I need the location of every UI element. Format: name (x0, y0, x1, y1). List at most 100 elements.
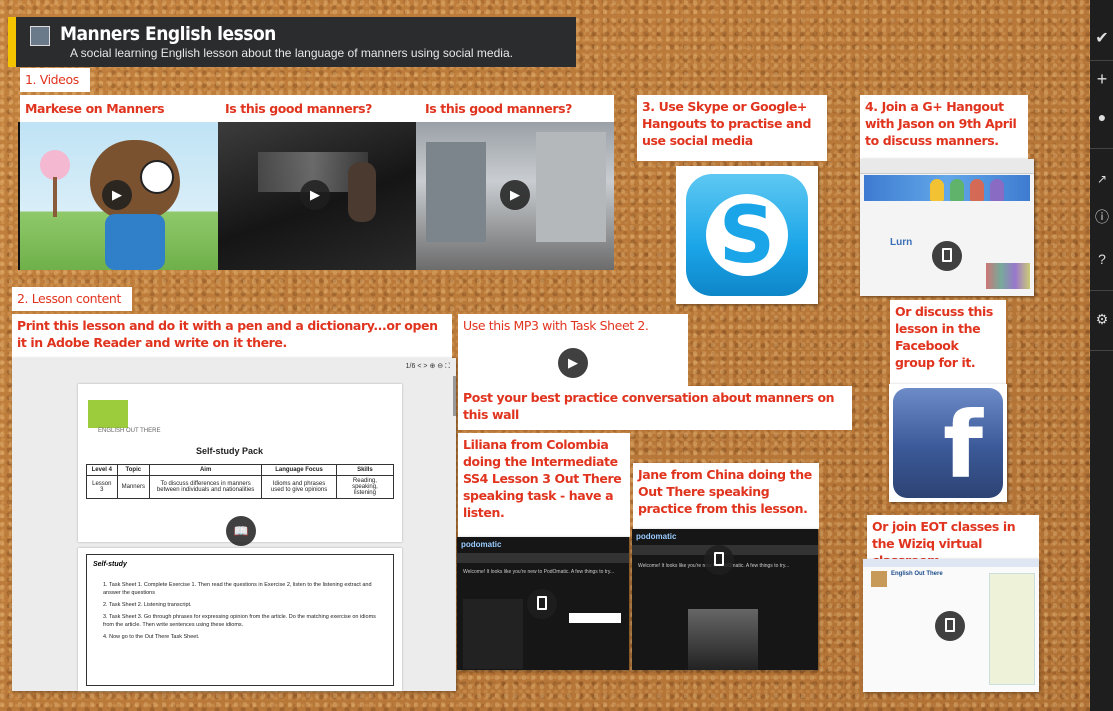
pdf-viewer[interactable]: 1/6 < > ⊕ ⊖ ⛶ ENGLISH OUT THERE Self-stu… (12, 358, 456, 691)
cartoon-figure (990, 179, 1004, 201)
gear-icon[interactable]: ⚙ (1093, 310, 1111, 328)
podomatic-screenshot-liliana[interactable]: podomatic Welcome! It looks like you're … (457, 537, 629, 670)
table-cell: To discuss differences in manners betwee… (148, 475, 263, 499)
share-icon[interactable]: ↗ (1093, 170, 1111, 188)
podomatic-welcome: Welcome! It looks like you're new to Pod… (463, 569, 615, 575)
pdf-next-icon[interactable]: > (423, 363, 427, 370)
skype-label: 3. Use Skype or Google+ Hangouts to prac… (637, 95, 827, 161)
passenger (348, 162, 376, 222)
post-note: Post your best practice conversation abo… (458, 386, 852, 430)
wall-title: Manners English lesson (60, 23, 276, 45)
pdf-prev-icon[interactable]: < (417, 363, 421, 370)
table-header: Language Focus (261, 464, 337, 476)
table-header: Topic (116, 464, 150, 476)
bird-logo-icon[interactable]: ✔ (1093, 30, 1111, 48)
wall-icon (30, 26, 50, 46)
print-note: Print this lesson and do it with a pen a… (12, 314, 452, 358)
document-icon[interactable] (932, 241, 962, 271)
section-lesson-label: 2. Lesson content (12, 287, 132, 311)
tree-blossom (40, 150, 70, 180)
podomatic-logo: podomatic (636, 532, 677, 541)
task-item: 1. Task Sheet 1. Complete Exercise 1. Th… (103, 582, 372, 596)
bear-body (105, 214, 165, 270)
video-thumb-manners-1[interactable]: ▶ (218, 122, 416, 270)
document-icon[interactable] (935, 611, 965, 641)
wiziq-topbar (863, 559, 1039, 567)
skype-card[interactable]: S (676, 166, 818, 304)
building (536, 132, 606, 242)
zoom-out-icon[interactable]: ⊖ (437, 363, 443, 370)
fullscreen-icon[interactable]: ⛶ (445, 363, 450, 370)
task-item: 2. Task Sheet 2. Listening transcript. (103, 602, 192, 608)
wall-header: Manners English lesson A social learning… (8, 17, 576, 67)
lesson-table: Level 4 Topic Aim Language Focus Skills … (86, 464, 395, 499)
play-icon[interactable]: ▶ (102, 180, 132, 210)
hangout-screenshot[interactable]: Lurn (860, 159, 1034, 296)
cartoon-figure (970, 179, 984, 201)
profile-photo (871, 571, 887, 587)
self-study-box: Self-study 1. Task Sheet 1. Complete Exe… (86, 554, 394, 686)
user-icon[interactable]: ● (1093, 108, 1111, 126)
facebook-icon: f (893, 388, 1003, 498)
play-icon[interactable]: ▶ (500, 180, 530, 210)
video-label-markese: Markese on Manners (20, 95, 220, 122)
eot-logo-icon (88, 400, 128, 428)
browser-bar (860, 159, 1034, 174)
video-thumb-markese[interactable]: ▶ (20, 122, 218, 270)
headset-photo (688, 609, 758, 670)
help-icon[interactable]: ? (1093, 250, 1111, 268)
play-icon[interactable]: ▶ (558, 348, 588, 378)
podomatic-logo: podomatic (461, 540, 502, 549)
task-item: 3. Task Sheet 3. Go through phrases for … (103, 614, 376, 628)
table-header: Aim (148, 464, 263, 476)
cartoon-figure (950, 179, 964, 201)
jane-note: Jane from China doing the Out There spea… (633, 463, 819, 529)
plus-icon[interactable]: + (1093, 70, 1111, 88)
podcast-art (463, 599, 523, 669)
video-label-manners-2: Is this good manners? (420, 95, 614, 122)
tree-trunk (53, 177, 57, 217)
pdf-heading: Self-study Pack (196, 446, 264, 456)
table-cell: Reading, speaking, listening (335, 475, 395, 499)
avatars-grid (986, 263, 1030, 289)
brand-text: ENGLISH OUT THERE (98, 428, 161, 434)
gplus-banner (864, 175, 1030, 201)
lurn-logo: Lurn (890, 237, 913, 248)
document-icon[interactable] (527, 589, 557, 619)
mp3-note: Use this MP3 with Task Sheet 2. (458, 314, 688, 340)
video-label-manners-1: Is this good manners? (220, 95, 420, 122)
self-study-title: Self-study (93, 561, 127, 568)
play-icon[interactable]: ▶ (300, 180, 330, 210)
skype-icon: S (686, 174, 808, 296)
wiziq-screenshot[interactable]: English Out There (863, 559, 1039, 692)
document-icon[interactable] (704, 545, 734, 575)
cartoon-figure (930, 179, 944, 201)
video-thumb-manners-2[interactable]: ▶ (416, 122, 614, 270)
mp3-player[interactable]: ▶ (458, 340, 688, 386)
table-cell: Lesson 3 (86, 475, 118, 499)
info-icon[interactable]: ⓘ (1093, 208, 1111, 226)
pdf-page-indicator: 1/6 (405, 363, 416, 370)
table-header: Level 4 (86, 464, 118, 476)
wiziq-page-title: English Out There (891, 571, 943, 577)
table-header: Skills (335, 464, 395, 476)
podomatic-nav (457, 553, 629, 563)
pdf-page-2: Self-study 1. Task Sheet 1. Complete Exe… (78, 548, 402, 691)
task-item: 4. Now go to the Out There Task Sheet. (103, 634, 200, 640)
building (426, 142, 486, 242)
zoom-in-icon[interactable]: ⊕ (429, 363, 435, 370)
wall-subtitle: A social learning English lesson about t… (70, 46, 513, 60)
liliana-note: Liliana from Colombia doing the Intermed… (458, 433, 630, 537)
table-cell: Idioms and phrases used to give opinions (261, 475, 337, 499)
bear-monocle (140, 160, 174, 194)
wiziq-sidebar (989, 573, 1035, 685)
podomatic-screenshot-jane[interactable]: podomatic Welcome! It looks like you're … (632, 529, 818, 670)
hangout-label: 4. Join a G+ Hangout with Jason on 9th A… (860, 95, 1028, 159)
facebook-label: Or discuss this lesson in the Facebook g… (890, 300, 1006, 384)
book-icon[interactable]: 📖 (226, 516, 256, 546)
section-videos-label: 1. Videos (20, 68, 90, 92)
wiziq-label: Or join EOT classes in the Wiziq virtual… (867, 515, 1039, 568)
facebook-card[interactable]: f (889, 384, 1007, 502)
pdf-scrollbar[interactable] (453, 376, 456, 416)
podomatic-input (569, 613, 621, 623)
